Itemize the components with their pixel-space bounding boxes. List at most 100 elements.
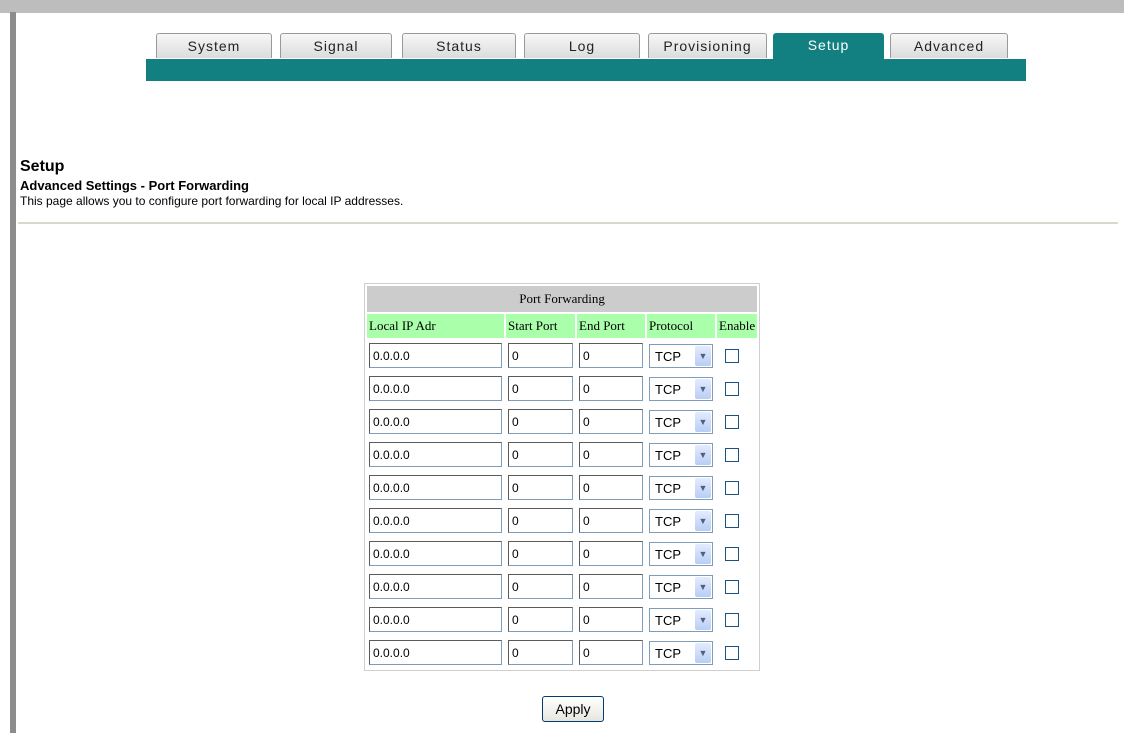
tab-log[interactable]: Log [524,33,640,58]
chevron-down-icon: ▼ [695,543,711,564]
window-left-border [10,12,16,733]
end-port-input[interactable] [579,475,643,500]
chevron-down-icon: ▼ [695,609,711,630]
end-port-input[interactable] [579,607,643,632]
local-ip-input[interactable] [369,508,502,533]
protocol-select[interactable]: TCP ▼ [649,343,713,368]
table-row: TCP ▼ [367,571,757,602]
header-divider [18,222,1118,224]
protocol-value: TCP [655,348,681,364]
chevron-down-icon: ▼ [695,411,711,432]
local-ip-input[interactable] [369,442,502,467]
protocol-value: TCP [655,381,681,397]
table-row: TCP ▼ [367,439,757,470]
protocol-select[interactable]: TCP ▼ [649,640,713,665]
apply-button[interactable]: Apply [542,696,604,722]
start-port-input[interactable] [508,376,573,401]
end-port-input[interactable] [579,574,643,599]
page-title: Setup [20,158,65,175]
tab-signal[interactable]: Signal [280,33,392,58]
chevron-down-icon: ▼ [695,444,711,465]
local-ip-input[interactable] [369,376,502,401]
enable-checkbox[interactable] [725,546,739,561]
start-port-input[interactable] [508,574,573,599]
tab-status[interactable]: Status [402,33,516,58]
table-row: TCP ▼ [367,406,757,437]
end-port-input[interactable] [579,541,643,566]
protocol-select[interactable]: TCP ▼ [649,475,713,500]
window-top-border [0,0,1124,13]
nav-subbar [146,59,1026,81]
protocol-value: TCP [655,546,681,562]
start-port-input[interactable] [508,607,573,632]
local-ip-input[interactable] [369,343,502,368]
enable-checkbox[interactable] [725,447,739,462]
enable-checkbox[interactable] [725,480,739,495]
port-forwarding-table: Port Forwarding Local IP Adr Start Port … [364,283,761,671]
protocol-select[interactable]: TCP ▼ [649,541,713,566]
table-row: TCP ▼ [367,505,757,536]
enable-checkbox[interactable] [725,612,739,627]
column-header-start-port: Start Port [506,314,575,338]
enable-checkbox[interactable] [725,348,739,363]
enable-checkbox[interactable] [725,645,739,660]
start-port-input[interactable] [508,640,573,665]
protocol-select[interactable]: TCP ▼ [649,376,713,401]
table-title: Port Forwarding [367,286,758,312]
chevron-down-icon: ▼ [695,576,711,597]
tab-system[interactable]: System [156,33,272,58]
enable-checkbox[interactable] [725,513,739,528]
enable-checkbox[interactable] [725,414,739,429]
protocol-value: TCP [655,447,681,463]
end-port-input[interactable] [579,409,643,434]
column-header-local-ip: Local IP Adr [367,314,504,338]
protocol-value: TCP [655,480,681,496]
local-ip-input[interactable] [369,409,502,434]
tab-provisioning[interactable]: Provisioning [648,33,767,58]
enable-checkbox[interactable] [725,579,739,594]
end-port-input[interactable] [579,442,643,467]
chevron-down-icon: ▼ [695,378,711,399]
start-port-input[interactable] [508,475,573,500]
table-row: TCP ▼ [367,340,757,371]
protocol-value: TCP [655,414,681,430]
start-port-input[interactable] [508,343,573,368]
enable-checkbox[interactable] [725,381,739,396]
column-header-protocol: Protocol [647,314,715,338]
end-port-input[interactable] [579,376,643,401]
page-description: This page allows you to configure port f… [20,194,404,208]
protocol-select[interactable]: TCP ▼ [649,574,713,599]
local-ip-input[interactable] [369,475,502,500]
chevron-down-icon: ▼ [695,345,711,366]
table-row: TCP ▼ [367,604,757,635]
local-ip-input[interactable] [369,607,502,632]
start-port-input[interactable] [508,409,573,434]
protocol-value: TCP [655,513,681,529]
port-forwarding-rows: TCP ▼ TCP ▼ TCP ▼ TCP ▼ TCP ▼ TCP ▼ TCP ▼ TCP ▼ TCP ▼ TCP ▼ [367,340,757,668]
tab-setup[interactable]: Setup [773,33,884,60]
chevron-down-icon: ▼ [695,642,711,663]
table-row: TCP ▼ [367,373,757,404]
local-ip-input[interactable] [369,640,502,665]
start-port-input[interactable] [508,541,573,566]
end-port-input[interactable] [579,508,643,533]
protocol-select[interactable]: TCP ▼ [649,442,713,467]
end-port-input[interactable] [579,343,643,368]
end-port-input[interactable] [579,640,643,665]
table-row: TCP ▼ [367,472,757,503]
protocol-select[interactable]: TCP ▼ [649,409,713,434]
chevron-down-icon: ▼ [695,510,711,531]
protocol-value: TCP [655,579,681,595]
start-port-input[interactable] [508,442,573,467]
tab-advanced[interactable]: Advanced [890,33,1008,58]
column-header-enable: Enable [717,314,758,338]
table-row: TCP ▼ [367,538,757,569]
local-ip-input[interactable] [369,574,502,599]
protocol-value: TCP [655,612,681,628]
start-port-input[interactable] [508,508,573,533]
chevron-down-icon: ▼ [695,477,711,498]
local-ip-input[interactable] [369,541,502,566]
protocol-select[interactable]: TCP ▼ [649,607,713,632]
page-subtitle: Advanced Settings - Port Forwarding [20,178,249,193]
protocol-select[interactable]: TCP ▼ [649,508,713,533]
